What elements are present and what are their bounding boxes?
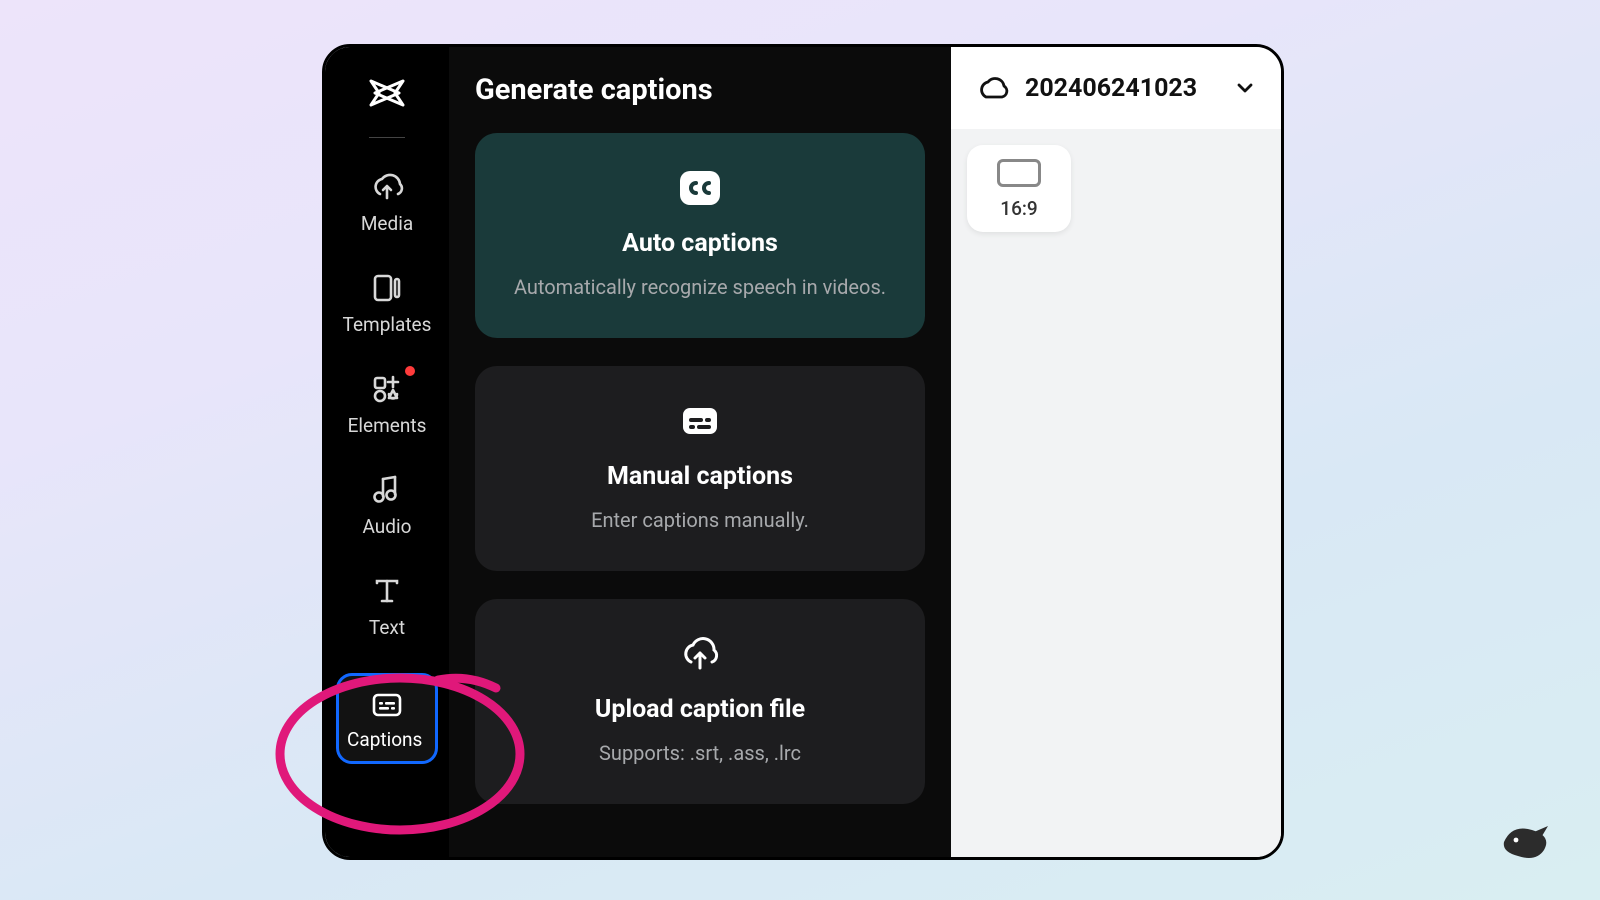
captions-icon <box>372 693 402 717</box>
project-header: 202406241023 <box>951 47 1281 129</box>
capcut-logo-icon <box>367 73 407 113</box>
notification-dot-icon <box>405 366 415 376</box>
card-title: Manual captions <box>507 462 893 491</box>
sidebar-item-elements[interactable]: Elements <box>335 370 439 437</box>
card-title: Auto captions <box>507 229 893 258</box>
cloud-icon <box>977 73 1009 103</box>
ratio-thumb-icon <box>997 159 1041 187</box>
elements-icon <box>371 374 403 404</box>
sidebar-item-media[interactable]: Media <box>335 168 439 235</box>
app-window: Media Templates <box>322 44 1284 860</box>
sidebar-separator <box>369 137 405 138</box>
cloud-upload-icon <box>370 172 404 202</box>
sidebar-item-label: Elements <box>348 414 427 437</box>
ratio-preset-16-9[interactable]: 16:9 <box>967 145 1071 232</box>
text-icon <box>373 577 401 605</box>
app-logo[interactable] <box>365 71 409 115</box>
sidebar-item-label: Templates <box>343 313 432 336</box>
sidebar-item-audio[interactable]: Audio <box>335 471 439 538</box>
sidebar-item-captions[interactable]: Captions <box>335 673 439 764</box>
upload-caption-card[interactable]: Upload caption file Supports: .srt, .ass… <box>475 599 925 804</box>
templates-icon <box>370 273 404 303</box>
audio-icon <box>372 475 402 505</box>
card-desc: Supports: .srt, .ass, .lrc <box>507 738 893 768</box>
cloud-upload-icon <box>680 636 720 672</box>
preview-pane: 202406241023 16:9 <box>951 47 1281 857</box>
captions-panel: Generate captions Auto captions Automati… <box>449 47 951 857</box>
card-desc: Enter captions manually. <box>507 505 893 535</box>
sidebar-item-label: Text <box>369 616 405 639</box>
subtitle-icon <box>681 406 719 436</box>
watermark-icon <box>1492 820 1558 864</box>
ratio-presets: 16:9 <box>951 129 1281 857</box>
sidebar-item-templates[interactable]: Templates <box>335 269 439 336</box>
manual-captions-card[interactable]: Manual captions Enter captions manually. <box>475 366 925 571</box>
panel-title: Generate captions <box>475 73 925 107</box>
auto-captions-card[interactable]: Auto captions Automatically recognize sp… <box>475 133 925 338</box>
cc-icon <box>678 169 722 207</box>
ratio-label: 16:9 <box>1000 197 1037 220</box>
sidebar-item-text[interactable]: Text <box>335 572 439 639</box>
project-name[interactable]: 202406241023 <box>1025 74 1219 103</box>
card-title: Upload caption file <box>507 695 893 724</box>
sidebar-item-label: Captions <box>347 728 422 751</box>
sidebar-item-label: Audio <box>363 515 412 538</box>
sidebar: Media Templates <box>325 47 449 857</box>
chevron-down-icon[interactable] <box>1235 78 1255 98</box>
card-desc: Automatically recognize speech in videos… <box>507 272 893 302</box>
sidebar-item-label: Media <box>361 212 413 235</box>
